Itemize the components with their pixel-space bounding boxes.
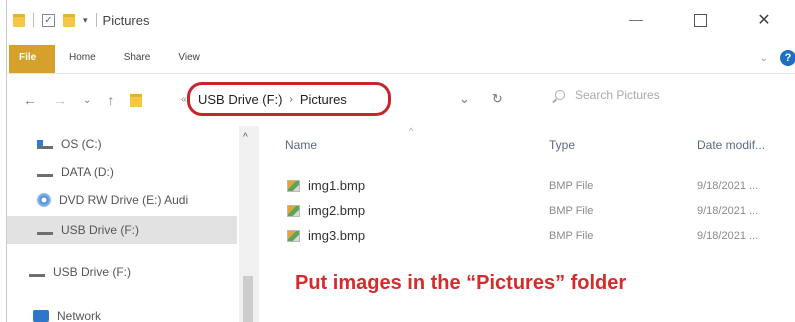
nav-item-label: DATA (D:) [61,165,114,179]
customize-toolbar-icon[interactable]: ▾ [83,15,88,26]
nav-item-dvd-e[interactable]: DVD RW Drive (E:) Audi [7,186,237,214]
navigation-buttons: ← → ⌄ ↑ [7,92,143,108]
breadcrumb-pictures[interactable]: Pictures [300,92,347,107]
minimize-button[interactable] [604,0,668,40]
search-icon [555,90,565,100]
close-icon: ✕ [757,12,771,29]
bmp-file-icon [287,204,300,217]
properties-checkbox-icon[interactable]: ✓ [42,13,55,27]
window-controls: ✕ [604,0,795,40]
scroll-thumb[interactable] [243,276,253,322]
search-box[interactable]: Search Pictures [555,88,660,102]
new-folder-icon[interactable] [63,13,75,27]
bmp-file-icon [287,179,300,192]
navigation-pane: OS (C:) DATA (D:) DVD RW Drive (E:) Audi… [7,126,259,322]
close-button[interactable]: ✕ [732,0,795,40]
nav-item-label: USB Drive (F:) [53,265,131,279]
column-header-date[interactable]: Date modif... [697,138,765,152]
column-header-type[interactable]: Type [549,138,575,152]
file-name-cell: img2.bmp [287,203,365,218]
up-arrow-icon[interactable]: ↑ [107,92,114,108]
nav-item-usb-f[interactable]: USB Drive (F:) [7,258,237,286]
maximize-button[interactable] [668,0,732,40]
os-drive-icon [37,139,53,149]
breadcrumb-separator: › [289,93,293,105]
history-dropdown-icon[interactable]: ⌄ [459,91,470,107]
nav-item-os-c[interactable]: OS (C:) [7,130,237,158]
file-name: img3.bmp [308,228,366,243]
nav-item-label: DVD RW Drive (E:) Audi [59,193,189,207]
search-input[interactable]: Search Pictures [575,88,660,102]
separator [95,13,97,27]
minimize-icon [629,19,643,21]
dvd-drive-icon [37,193,51,207]
file-explorer-window: ✓ ▾ Pictures ✕ File Home Share View ⌄ ? … [6,0,795,322]
tab-home[interactable]: Home [55,52,110,73]
file-date: 9/18/2021 ... [697,205,759,217]
nav-item-data-d[interactable]: DATA (D:) [7,158,237,186]
file-row[interactable]: img1.bmp BMP File 9/18/2021 ... [259,178,795,202]
tab-file[interactable]: File [9,45,55,73]
address-controls: ⌄ ↻ [459,91,503,107]
overflow-chevron-icon[interactable]: « [181,94,187,105]
file-name: img2.bmp [308,203,366,218]
nav-item-label: OS (C:) [61,137,102,151]
separator [33,13,34,27]
ribbon-tabs: File Home Share View ⌄ ? [7,40,795,74]
file-type: BMP File [549,180,594,192]
nav-item-usb-f-selected[interactable]: USB Drive (F:) [7,216,237,244]
network-icon [33,310,49,322]
scroll-up-icon[interactable]: ^ [243,132,248,143]
folder-icon [130,93,143,107]
drive-icon [37,168,53,177]
usb-drive-icon [29,268,45,277]
file-date: 9/18/2021 ... [697,230,759,242]
file-name-cell: img3.bmp [287,228,365,243]
tab-view[interactable]: View [164,52,214,73]
nav-scrollbar[interactable]: ^ [239,126,259,322]
file-row[interactable]: img2.bmp BMP File 9/18/2021 ... [259,203,795,227]
recent-locations-icon[interactable]: ⌄ [83,95,91,106]
expand-ribbon-icon[interactable]: ⌄ [760,53,768,64]
address-row: ← → ⌄ ↑ « USB Drive (F:) › Pictures ⌄ ↻ … [7,74,795,126]
quick-access-toolbar: ✓ ▾ [7,13,97,27]
sort-indicator-icon: ^ [409,126,414,136]
file-type: BMP File [549,205,594,217]
address-breadcrumb[interactable]: USB Drive (F:) › Pictures [187,82,391,116]
ribbon-right: ⌄ ? [760,50,795,66]
help-icon[interactable]: ? [780,50,795,66]
nav-item-label: USB Drive (F:) [61,223,139,237]
column-header-name[interactable]: Name [285,138,317,152]
folder-icon [13,13,25,27]
forward-arrow-icon[interactable]: → [53,92,67,108]
file-type: BMP File [549,230,594,242]
nav-item-label: Network [57,309,102,322]
file-name-cell: img1.bmp [287,178,365,193]
breadcrumb-usb-drive[interactable]: USB Drive (F:) [198,92,283,107]
tab-share[interactable]: Share [110,52,165,73]
file-date: 9/18/2021 ... [697,180,759,192]
refresh-icon[interactable]: ↻ [492,91,503,107]
nav-item-network[interactable]: Network [7,302,237,322]
file-name: img1.bmp [308,178,366,193]
file-row[interactable]: img3.bmp BMP File 9/18/2021 ... [259,228,795,252]
bmp-file-icon [287,229,300,242]
usb-drive-icon [37,226,53,235]
window-title: Pictures [102,12,150,28]
title-bar: ✓ ▾ Pictures ✕ [7,0,795,40]
instruction-caption: Put images in the “Pictures” folder [295,272,627,294]
back-arrow-icon[interactable]: ← [23,92,37,108]
maximize-icon [693,13,707,27]
